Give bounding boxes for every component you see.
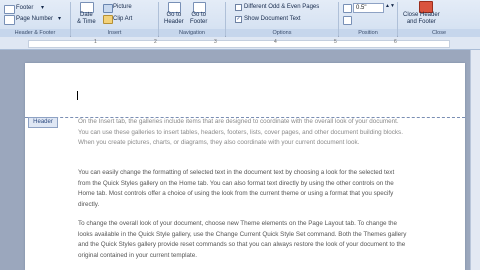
page-number-icon [4,15,15,25]
close-header-footer-button[interactable]: Close Header and Footer [403,12,440,26]
header-tag[interactable]: Header [28,117,58,128]
different-odd-even-label: Different Odd & Even Pages [244,4,320,10]
show-document-text-label: Show Document Text [244,16,301,22]
ruler-number: 2 [154,39,157,45]
footer-dropdown-icon[interactable]: ▾ [41,5,44,12]
ruler-number: 4 [274,39,277,45]
group-label-header-footer: Header & Footer [0,29,70,37]
clip-art-icon [103,15,113,24]
page-number-dropdown-icon[interactable]: ▾ [58,16,61,23]
footer-position-icon [343,16,352,25]
ruler-number: 3 [214,39,217,45]
group-label-position: Position [339,29,397,37]
group-label-close: Close [398,29,480,37]
different-odd-even-checkbox[interactable] [235,4,242,11]
paragraph[interactable]: To change the overall look of your docum… [78,219,408,261]
header-position-stepper[interactable]: ▲▼ [385,3,395,10]
paragraph[interactable]: You can easily change the formatting of … [78,168,408,210]
ruler-number: 6 [394,39,397,45]
date-time-button[interactable]: Date & Time [77,12,96,26]
text-cursor [77,91,78,100]
ruler-text-area [28,40,450,48]
group-label-navigation: Navigation [159,29,225,37]
page-number-button[interactable]: Page Number [16,16,53,23]
vertical-scrollbar[interactable] [470,50,480,270]
footer-icon [4,5,15,14]
footer-button[interactable]: Footer [16,5,33,12]
header-position-input[interactable]: 0.5" [353,3,384,13]
clip-art-button[interactable]: Clip Art [113,16,132,23]
ruler-number: 5 [334,39,337,45]
show-document-text-checkbox[interactable]: ✓ [235,16,242,23]
ribbon: Footer ▾ Page Number ▾ Header & Footer D… [0,0,480,37]
group-label-options: Options [226,29,338,37]
picture-button[interactable]: Picture [113,4,132,11]
ruler-number: 1 [94,39,97,45]
goto-header-button[interactable]: Go to Header [164,12,184,26]
group-label-insert: Insert [71,29,158,37]
goto-footer-button[interactable]: Go to Footer [190,12,207,26]
header-position-icon [343,4,352,13]
picture-icon [103,4,113,13]
paragraph[interactable]: On the Insert tab, the galleries include… [78,117,408,149]
